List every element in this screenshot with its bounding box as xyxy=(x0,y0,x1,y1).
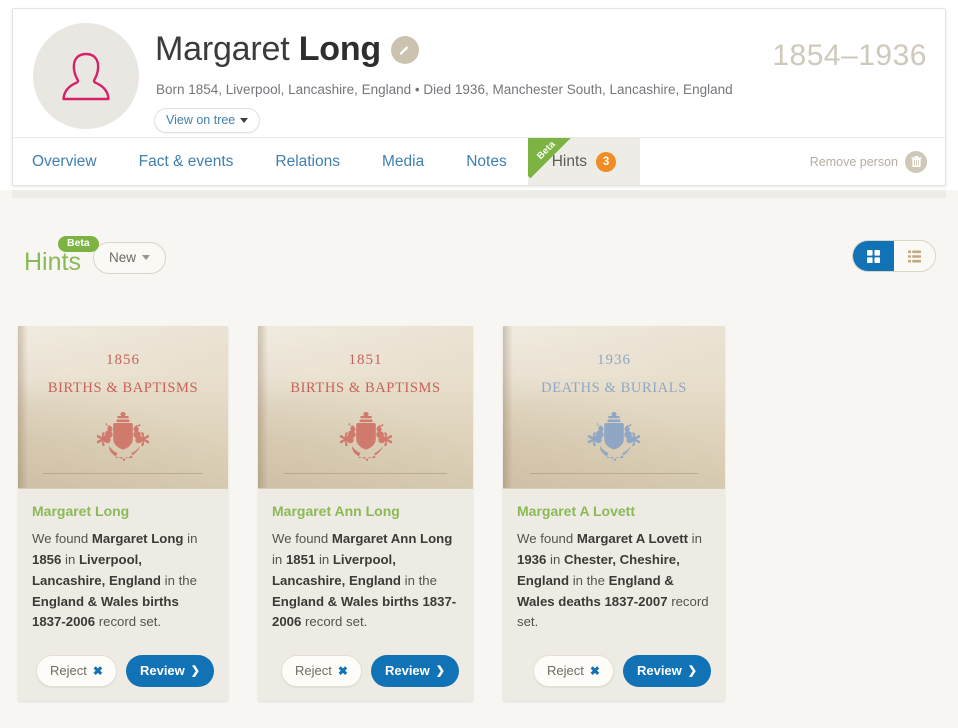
review-button[interactable]: Review ❯ xyxy=(370,655,459,688)
royal-crest-icon xyxy=(18,410,228,462)
record-type: BIRTHS & BAPTISMS xyxy=(47,380,199,396)
reject-button[interactable]: Reject ✖ xyxy=(533,655,614,688)
tab-label: Fact & events xyxy=(138,152,234,170)
list-view-icon[interactable] xyxy=(894,241,935,271)
view-on-tree-button[interactable]: View on tree xyxy=(154,108,261,133)
tab-overview[interactable]: Overview xyxy=(13,138,118,185)
record-thumbnail[interactable]: 1936 DEATHS & BURIALS xyxy=(503,326,725,489)
profile-summary: Margaret Long Born 1854, Liverpool, Lanc… xyxy=(13,9,945,139)
tab-label: Overview xyxy=(32,152,97,170)
hint-card[interactable]: 1856 BIRTHS & BAPTISMS Margaret Long We … xyxy=(18,326,228,702)
remove-person-label: Remove person xyxy=(809,154,898,169)
hint-person-name: Margaret Long xyxy=(32,503,130,519)
tab-label: Media xyxy=(382,152,425,170)
page-title: Margaret Long xyxy=(155,30,381,68)
tab-notes[interactable]: Notes xyxy=(445,138,528,185)
review-button[interactable]: Review ❯ xyxy=(622,655,711,688)
record-type: DEATHS & BURIALS xyxy=(541,380,687,396)
hint-person-name: Margaret A Lovett xyxy=(517,503,635,519)
content-strip xyxy=(12,190,946,198)
record-year: 1851 xyxy=(348,352,383,368)
tab-hints[interactable]: Beta Hints 3 xyxy=(527,138,641,185)
royal-crest-icon xyxy=(258,410,473,462)
hint-card-actions: Reject ✖ Review ❯ xyxy=(258,633,473,688)
profile-tabbar: Overview Fact & events Relations Media N… xyxy=(13,137,945,185)
person-vitals: Born 1854, Liverpool, Lancashire, Englan… xyxy=(156,82,733,97)
hint-card-list: 1856 BIRTHS & BAPTISMS Margaret Long We … xyxy=(18,326,725,702)
tab-label: Relations xyxy=(275,152,340,170)
tab-fact-events[interactable]: Fact & events xyxy=(118,138,255,185)
chevron-down-icon xyxy=(141,255,150,260)
hint-description: We found Margaret A Lovett in 1936 in Ch… xyxy=(517,531,709,630)
review-label: Review xyxy=(139,663,185,679)
hint-card[interactable]: 1851 BIRTHS & BAPTISMS Margaret Ann Long… xyxy=(258,326,473,702)
pencil-icon[interactable] xyxy=(390,35,419,64)
hints-section-header: Beta Hints New xyxy=(24,236,166,275)
review-button[interactable]: Review ❯ xyxy=(125,655,214,688)
grid-view-icon[interactable] xyxy=(853,241,894,271)
hints-count-badge: 3 xyxy=(596,151,617,172)
record-thumbnail[interactable]: 1851 BIRTHS & BAPTISMS xyxy=(258,326,473,489)
avatar xyxy=(33,23,139,129)
chevron-right-icon: ❯ xyxy=(687,665,697,678)
hint-card[interactable]: 1936 DEATHS & BURIALS Margaret A Lovett … xyxy=(503,326,725,702)
lifespan: 1854–1936 xyxy=(772,39,927,72)
chevron-right-icon: ❯ xyxy=(190,665,200,678)
tab-relations[interactable]: Relations xyxy=(254,138,361,185)
hints-filter-label: New xyxy=(108,250,136,265)
tab-label: Hints xyxy=(551,152,588,170)
close-icon: ✖ xyxy=(589,663,600,678)
record-year: 1856 xyxy=(106,352,140,368)
hints-filter-dropdown[interactable]: New xyxy=(92,242,166,274)
hint-description: We found Margaret Long in 1856 in Liverp… xyxy=(32,531,198,630)
record-year: 1936 xyxy=(597,352,631,368)
record-thumbnail[interactable]: 1856 BIRTHS & BAPTISMS xyxy=(18,326,228,489)
hints-heading: Hints xyxy=(24,248,81,276)
hint-card-actions: Reject ✖ Review ❯ xyxy=(503,633,725,688)
person-name-row: Margaret Long xyxy=(155,30,419,68)
reject-button[interactable]: Reject ✖ xyxy=(36,655,117,688)
review-label: Review xyxy=(636,663,682,679)
beta-badge: Beta xyxy=(58,236,99,252)
person-hints-page: Margaret Long Born 1854, Liverpool, Lanc… xyxy=(0,0,958,728)
hints-main-area: Beta Hints New 1856 BIRTHS & BAPTISMS Ma… xyxy=(0,190,958,728)
tab-media[interactable]: Media xyxy=(361,138,445,185)
reject-label: Reject xyxy=(295,663,332,679)
reject-label: Reject xyxy=(50,663,87,679)
reject-label: Reject xyxy=(547,663,584,679)
close-icon: ✖ xyxy=(92,663,103,678)
hint-person-name: Margaret Ann Long xyxy=(272,503,400,519)
record-type: BIRTHS & BAPTISMS xyxy=(290,380,441,396)
trash-icon xyxy=(905,150,927,173)
tab-label: Notes xyxy=(466,152,507,170)
chevron-down-icon xyxy=(240,117,249,123)
view-on-tree-label: View on tree xyxy=(166,113,236,127)
hints-title-wrap: Beta Hints xyxy=(24,236,99,276)
royal-crest-icon xyxy=(503,410,725,462)
profile-header-card: Margaret Long Born 1854, Liverpool, Lanc… xyxy=(12,8,946,186)
hint-card-actions: Reject ✖ Review ❯ xyxy=(18,633,228,688)
view-mode-toggle xyxy=(852,240,936,272)
remove-person-button[interactable]: Remove person xyxy=(809,150,927,173)
female-silhouette-icon xyxy=(55,45,117,107)
review-label: Review xyxy=(384,663,430,679)
chevron-right-icon: ❯ xyxy=(435,665,445,678)
close-icon: ✖ xyxy=(337,663,348,678)
reject-button[interactable]: Reject ✖ xyxy=(281,655,362,688)
hint-description: We found Margaret Ann Long in 1851 in Li… xyxy=(272,531,457,630)
